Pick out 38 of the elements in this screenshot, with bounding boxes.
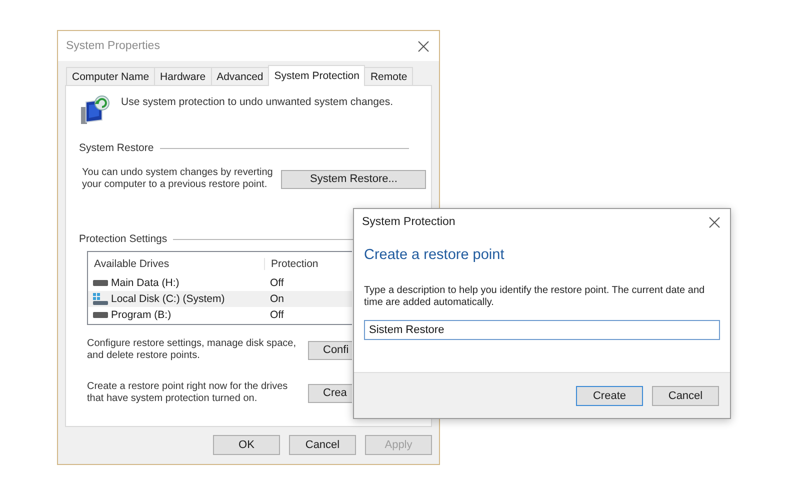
drive-row[interactable]: Program (B:) Off xyxy=(88,307,352,323)
window-title: System Protection xyxy=(362,216,456,228)
window-title: System Properties xyxy=(66,40,160,52)
tab[interactable]: Computer Name xyxy=(66,67,156,86)
drive-name: Main Data (H:) xyxy=(88,277,264,289)
drive-name: Local Disk (C:) (System) xyxy=(88,293,264,305)
close-icon[interactable] xyxy=(709,216,720,228)
dialog-button[interactable]: Create xyxy=(576,386,643,406)
close-icon[interactable] xyxy=(418,40,429,52)
computer-shield-icon xyxy=(80,94,110,126)
description-text: Create a restore point right now for the drives that have system protection turned on. xyxy=(87,381,289,405)
drive-row[interactable]: Main Data (H:) Off xyxy=(88,275,352,291)
partly-hidden-button[interactable]: Crea xyxy=(308,384,352,402)
tab[interactable]: System Protection xyxy=(268,65,366,86)
dialog-heading: Create a restore point xyxy=(364,247,506,263)
dialog-button[interactable]: OK xyxy=(213,435,280,455)
intro-text: Use system protection to undo unwanted system changes. xyxy=(121,96,393,108)
partly-hidden-button[interactable]: Confi xyxy=(308,340,352,360)
column-header: Available Drives xyxy=(93,258,170,270)
system-restore-button[interactable]: System Restore... xyxy=(281,170,426,188)
protection-status: On xyxy=(269,293,286,305)
dialog-button[interactable]: Cancel xyxy=(652,386,719,406)
column-header: Protection xyxy=(264,258,352,270)
drive-icon xyxy=(93,280,108,286)
section-heading: System Restore xyxy=(79,142,154,154)
description-text: Configure restore settings, manage disk space, and delete restore points. xyxy=(87,338,297,362)
drive-name: Program (B:) xyxy=(88,309,264,321)
protection-status: Off xyxy=(269,309,285,321)
instruction-text: Type a description to help you identify the restore point. The current date and time are added automatically. xyxy=(364,285,706,309)
protection-status: Off xyxy=(269,277,285,289)
drive-row[interactable]: Local Disk (C:) (System) On xyxy=(88,291,352,307)
tab[interactable]: Remote xyxy=(364,67,414,86)
dialog-button[interactable]: Cancel xyxy=(289,435,356,455)
description-text: You can undo system changes by reverting your computer to a previous restore point. xyxy=(82,167,274,191)
description-field[interactable]: Sistem Restore xyxy=(364,320,720,340)
drive-icon xyxy=(93,312,108,318)
section-heading: Protection Settings xyxy=(79,233,168,245)
system-drive-icon xyxy=(93,293,108,305)
